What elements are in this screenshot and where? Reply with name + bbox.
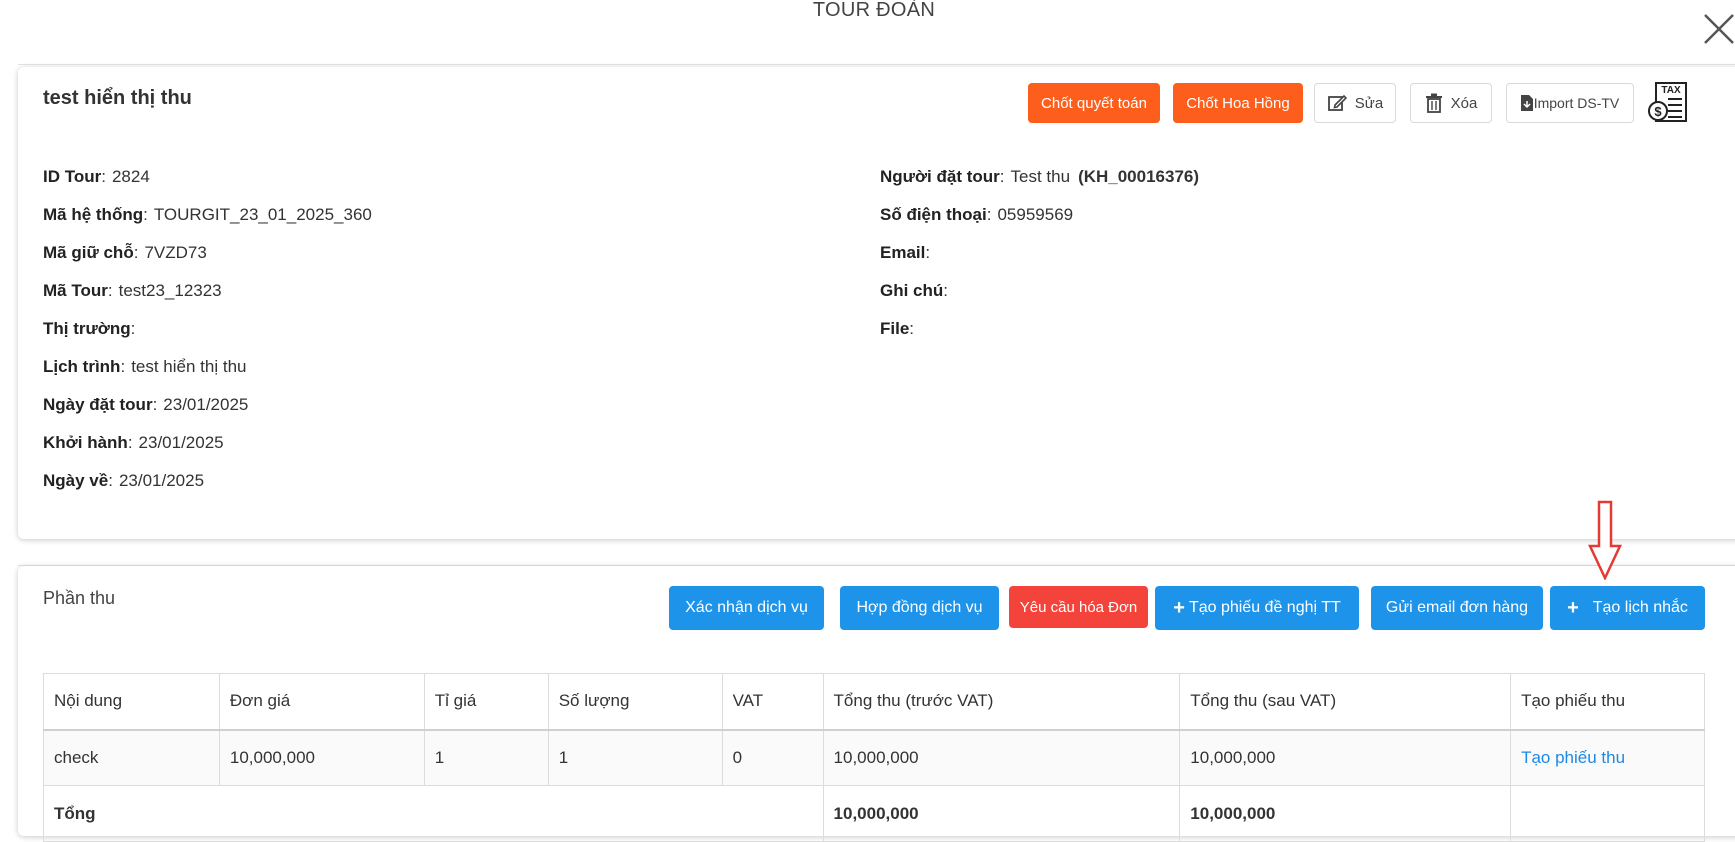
field-departure: Khởi hành: 23/01/2025 <box>43 433 224 452</box>
cell-unit-price: 10,000,000 <box>218 729 425 786</box>
cell-content: check <box>43 729 220 786</box>
field-note: Ghi chú: <box>880 281 949 300</box>
import-label: Import DS-TV <box>1533 95 1620 111</box>
total-pre-vat: 10,000,000 <box>822 785 1181 842</box>
field-booker: Người đặt tour: Test thu (KH_00016376) <box>880 167 1200 186</box>
cell-total-post-vat: 10,000,000 <box>1179 729 1512 786</box>
tour-name: test hiển thị thu <box>43 87 192 109</box>
confirm-service-button[interactable]: Xác nhận dịch vụ <box>669 586 824 630</box>
delete-label: Xóa <box>1450 94 1478 112</box>
close-icon[interactable] <box>1702 12 1735 46</box>
field-system-code: Mã hệ thống: TOURGIT_23_01_2025_360 <box>43 205 372 224</box>
total-empty-cell <box>1510 785 1705 842</box>
table-row: check 10,000,000 1 1 0 10,000,000 10,000… <box>43 729 1705 786</box>
field-email: Email: <box>880 243 931 262</box>
send-email-button[interactable]: Gửi email đơn hàng <box>1371 586 1543 630</box>
import-button[interactable]: Import DS-TV <box>1506 83 1634 123</box>
tour-detail-card: test hiển thị thu Chốt quyết toán Chốt H… <box>18 67 1735 539</box>
column-header: Tổng thu (trước VAT) <box>822 673 1181 731</box>
field-booking-date: Ngày đặt tour: 23/01/2025 <box>43 395 249 414</box>
svg-text:$: $ <box>1654 104 1662 119</box>
settle-button[interactable]: Chốt quyết toán <box>1028 83 1160 123</box>
file-import-icon <box>1520 95 1533 111</box>
field-return-date: Ngày về: 23/01/2025 <box>43 471 205 490</box>
cell-quantity: 1 <box>547 729 723 786</box>
edit-label: Sửa <box>1354 94 1384 112</box>
revenue-title: Phần thu <box>43 588 116 608</box>
table-total-row: Tổng 10,000,000 10,000,000 <box>43 785 1705 842</box>
svg-text:TAX: TAX <box>1661 85 1681 96</box>
arrow-down-icon <box>1588 500 1622 580</box>
field-tour-code: Mã Tour: test23_12323 <box>43 281 222 300</box>
field-phone: Số điện thoại: 05959569 <box>880 205 1074 224</box>
total-label: Tổng <box>43 785 824 842</box>
column-header: Tổng thu (sau VAT) <box>1179 673 1512 731</box>
field-booking-code: Mã giữ chỗ: 7VZD73 <box>43 243 207 262</box>
field-market: Thị trường: <box>43 319 136 338</box>
cell-rate: 1 <box>423 729 549 786</box>
column-header: VAT <box>721 673 824 731</box>
delete-button[interactable]: Xóa <box>1410 83 1492 123</box>
trash-icon <box>1425 93 1442 113</box>
invoice-request-button[interactable]: Yêu cầu hóa Đơn <box>1009 586 1148 628</box>
payment-request-button[interactable]: + Tạo phiếu đề nghị TT <box>1155 586 1359 630</box>
payment-request-label: Tạo phiếu đề nghị TT <box>1188 599 1341 616</box>
service-contract-button[interactable]: Hợp đồng dịch vụ <box>840 586 999 630</box>
edit-icon <box>1327 94 1347 111</box>
create-receipt-link[interactable]: Tạo phiếu thu <box>1510 729 1705 786</box>
commission-button[interactable]: Chốt Hoa Hồng <box>1173 83 1303 123</box>
tax-icon[interactable]: TAX $ <box>1648 81 1692 123</box>
cell-vat: 0 <box>721 729 824 786</box>
plus-icon: + <box>1173 596 1185 619</box>
plus-icon: + <box>1567 596 1579 619</box>
cell-total-pre-vat: 10,000,000 <box>822 729 1181 786</box>
field-itinerary: Lịch trình: test hiển thị thu <box>43 357 247 376</box>
create-reminder-button[interactable]: + Tạo lịch nhắc <box>1550 586 1705 630</box>
table-header-row: Nội dung Đơn giá Tỉ giá Số lượng VAT Tổn… <box>43 673 1705 731</box>
column-header: Tạo phiếu thu <box>1510 673 1705 731</box>
edit-button[interactable]: Sửa <box>1314 83 1396 123</box>
field-file: File: <box>880 319 915 338</box>
create-reminder-label: Tạo lịch nhắc <box>1592 599 1688 616</box>
column-header: Đơn giá <box>218 673 425 731</box>
header-divider <box>18 64 1735 65</box>
modal-title: TOUR ĐOÀN <box>812 0 936 21</box>
total-post-vat: 10,000,000 <box>1179 785 1512 842</box>
field-id-tour: ID Tour: 2824 <box>43 167 150 186</box>
column-header: Tỉ giá <box>423 673 549 731</box>
column-header: Số lượng <box>547 673 723 731</box>
column-header: Nội dung <box>43 673 220 731</box>
